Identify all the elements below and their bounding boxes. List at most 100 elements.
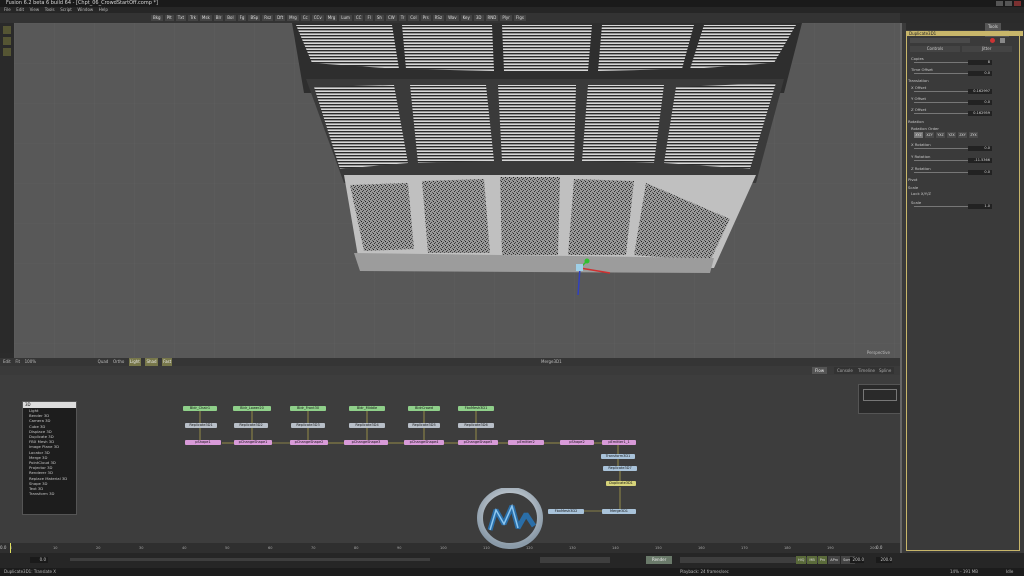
view-light-button[interactable]: Light <box>128 358 141 366</box>
node-pink-6[interactable]: pChangeShape5 <box>458 440 498 445</box>
toolbar-button-17[interactable]: Fl <box>365 15 373 21</box>
node-gray-6[interactable]: Replicate3D6 <box>458 423 494 428</box>
node-gray-2[interactable]: Replicate3D2 <box>234 423 268 428</box>
toolbar-button-0[interactable]: Bkg <box>151 15 163 21</box>
node-gray-4[interactable]: Replicate3D4 <box>349 423 385 428</box>
toolbar-button-7[interactable]: Fg <box>237 15 247 21</box>
toolbar-button-2[interactable]: Txt <box>175 15 187 21</box>
view-quad-button[interactable]: Quad <box>98 358 109 366</box>
toolbar-button-8[interactable]: BSp <box>248 15 261 21</box>
rotation-order-button[interactable]: ZXY <box>958 132 967 138</box>
toolbar-button-18[interactable]: Sh <box>374 15 384 21</box>
node-blue-2[interactable]: Replicate3D7 <box>603 466 637 471</box>
rotation-order-button[interactable]: XZY <box>925 132 934 138</box>
rotation-order-button[interactable]: XYZ <box>914 132 923 138</box>
node-pink-9[interactable]: pEmitter1_1 <box>602 440 636 445</box>
pointer-tool-icon[interactable] <box>3 26 11 34</box>
toolbar-button-24[interactable]: Wav <box>446 15 459 21</box>
node-pink-5[interactable]: pChangeShape4 <box>404 440 444 445</box>
version-buttons[interactable] <box>910 38 970 43</box>
param-value-field[interactable]: 0.162959 <box>968 111 992 116</box>
toolbar-button-13[interactable]: CCv <box>311 15 324 21</box>
toolbar-button-14[interactable]: Mrg <box>325 15 338 21</box>
node-blue-1[interactable]: Transform3D1 <box>601 454 635 459</box>
toolbar-button-15[interactable]: Lum <box>339 15 352 21</box>
toolbar-button-5[interactable]: Blr <box>213 15 224 21</box>
view-fit-button[interactable]: Fit <box>15 358 20 366</box>
playback-toggle-0[interactable]: HiQ <box>796 556 807 564</box>
tab-timeline[interactable]: Timeline <box>855 367 879 374</box>
node-green-1[interactable]: Bldr_Chair1 <box>183 406 217 411</box>
view-zoom-button[interactable]: 100% <box>25 358 36 366</box>
playback-toggle-3[interactable]: APrx <box>828 556 841 564</box>
view-ortho-button[interactable]: Ortho <box>113 358 124 366</box>
flow-view[interactable]: Bldr_Chair1 Bldr_Lower20 Bldr_Front30 Bldr_… <box>0 375 900 543</box>
close-icon[interactable] <box>1014 1 1021 6</box>
render-end-field[interactable]: 200.0 <box>876 557 892 563</box>
toolbar-button-3[interactable]: Trk <box>188 15 198 21</box>
node-pink-4[interactable]: pChangeShape3 <box>344 440 388 445</box>
range-slider[interactable] <box>70 558 430 561</box>
view-edit-button[interactable]: Edit <box>3 358 11 366</box>
param-value-field[interactable]: 0.0 <box>968 71 992 76</box>
toolbar-button-23[interactable]: RSz <box>432 15 445 21</box>
tab-spline[interactable]: Spline <box>876 367 895 374</box>
toolbar-button-27[interactable]: RND <box>485 15 499 21</box>
node-pink-1[interactable]: pShape1 <box>185 440 221 445</box>
rotation-order-button[interactable]: YXZ <box>936 132 945 138</box>
node-blue-3[interactable]: FbxMesh3D2 <box>548 509 584 514</box>
toolbar-button-10[interactable]: Dft <box>275 15 286 21</box>
minimize-icon[interactable] <box>996 1 1003 6</box>
playhead[interactable] <box>10 543 11 553</box>
tab-console[interactable]: Console <box>834 367 856 374</box>
node-pink-3[interactable]: pChangeShape2 <box>290 440 328 445</box>
tools-list-item[interactable]: Transform 3D <box>23 491 76 496</box>
tab-flow[interactable]: Flow <box>812 367 828 374</box>
param-value-field[interactable]: 8 <box>968 60 992 65</box>
end-frame-field[interactable]: 200.0 <box>850 557 864 563</box>
viewport-3d[interactable]: Perspective <box>14 23 900 358</box>
bspline-tool-icon[interactable] <box>3 48 11 56</box>
param-value-field[interactable]: 0.0 <box>968 146 992 151</box>
view-shad-button[interactable]: Shad <box>145 358 158 366</box>
rotation-order-button[interactable]: ZYX <box>969 132 978 138</box>
polygon-tool-icon[interactable] <box>3 37 11 45</box>
node-pink-7[interactable]: pEmitter2 <box>508 440 544 445</box>
param-value-field[interactable]: 0.0 <box>968 170 992 175</box>
toolbar-button-9[interactable]: Rsz <box>262 15 274 21</box>
toolbar-button-16[interactable]: CC <box>353 15 364 21</box>
param-value-field[interactable]: 1.0 <box>968 204 992 209</box>
toolbar-button-12[interactable]: Cc <box>300 15 310 21</box>
maximize-icon[interactable] <box>1005 1 1012 6</box>
view-fast-button[interactable]: Fast <box>162 358 173 366</box>
toolbar-button-28[interactable]: Plyr <box>500 15 512 21</box>
timeline-ruler[interactable]: 0.0 0 10 20 30 40 50 60 70 80 90 100 110 120 130 140 15… <box>0 543 900 553</box>
node-yellow-1[interactable]: Duplicate3D1 <box>606 481 636 486</box>
playback-toggle-2[interactable]: Prx <box>817 556 828 564</box>
tab-tools[interactable]: Tools <box>985 23 1001 30</box>
flow-navigator[interactable] <box>858 384 902 414</box>
playback-toggle-1[interactable]: MB <box>807 556 817 564</box>
toolbar-button-21[interactable]: Col <box>408 15 419 21</box>
rotation-order-button[interactable]: YZX <box>947 132 956 138</box>
toolbar-button-29[interactable]: Flgs <box>513 15 526 21</box>
toolbar-button-25[interactable]: Key <box>460 15 472 21</box>
node-gray-5[interactable]: Replicate3D5 <box>408 423 440 428</box>
node-pink-2[interactable]: pChangeShape1 <box>234 440 272 445</box>
node-green-5[interactable]: BldrCrowd <box>408 406 440 411</box>
tab-jitter[interactable]: Jitter <box>961 46 1012 52</box>
toolbar-button-20[interactable]: Tr <box>398 15 407 21</box>
toolbar-button-22[interactable]: Prs <box>420 15 431 21</box>
record-icon[interactable] <box>990 38 995 43</box>
node-gray-3[interactable]: Replicate3D3 <box>291 423 325 428</box>
node-green-6[interactable]: FbxMesh3D1 <box>458 406 494 411</box>
node-gray-1[interactable]: Replicate3D1 <box>185 423 217 428</box>
node-blue-4[interactable]: Merge3D1 <box>602 509 636 514</box>
toolbar-button-11[interactable]: Mrg <box>287 15 299 21</box>
node-green-3[interactable]: Bldr_Front30 <box>290 406 326 411</box>
tool-header[interactable]: Duplicate3D1 <box>906 31 1023 36</box>
toolbar-button-4[interactable]: Msk <box>199 15 212 21</box>
playback-controls[interactable] <box>540 557 610 563</box>
param-value-field[interactable]: 0.162997 <box>968 89 992 94</box>
node-green-4[interactable]: Bldr_Middle <box>349 406 385 411</box>
